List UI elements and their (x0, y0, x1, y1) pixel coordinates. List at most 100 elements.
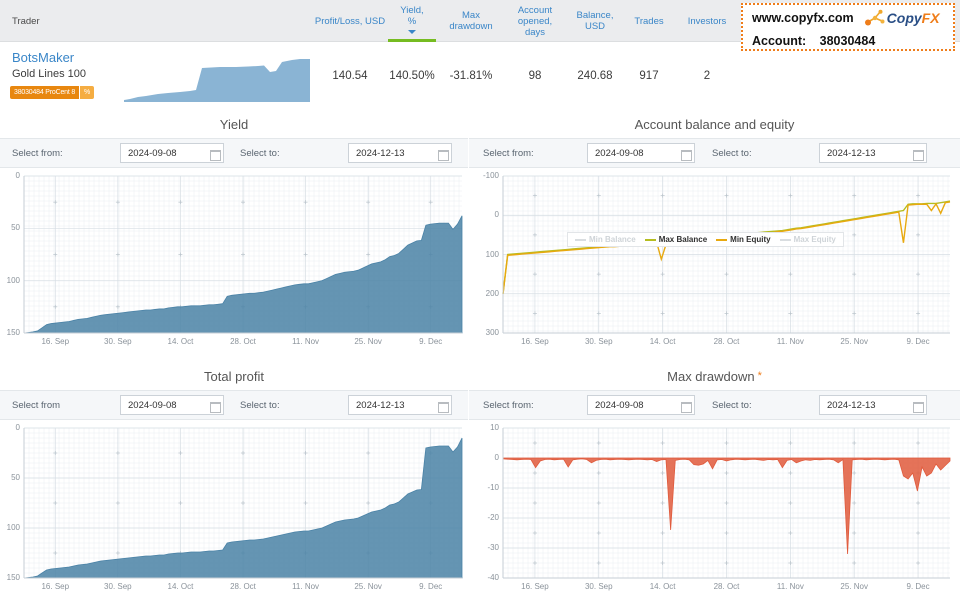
copyfx-url-row: www.copyfx.com CopyFX (752, 7, 953, 29)
legend-item-max-equity[interactable]: Max Equity (779, 235, 836, 244)
balance-y-tick-label: 0 (494, 210, 499, 220)
legend-item-label: Max Balance (658, 235, 708, 244)
table-row[interactable]: BotsMaker Gold Lines 100 38030484 ProCen… (0, 42, 960, 110)
copyfx-wordmark-fx: FX (921, 9, 940, 26)
column-header-trades-label: Trades (634, 15, 664, 27)
panel-max-drawdown-title: Max drawdown * (469, 362, 960, 390)
drawdown-x-tick-label: 9. Dec (906, 582, 930, 591)
drawdown-date-from-value: 2024-09-08 (595, 399, 644, 411)
column-header-account-opened[interactable]: Account opened, days (502, 0, 568, 42)
column-header-max-drawdown-label-1: Max (462, 10, 480, 21)
drawdown-select-from-label: Select from: (483, 399, 534, 411)
panel-total-profit-date-bar: Select from 2024-09-08 Select to: 2024-1… (0, 390, 468, 420)
balance-x-tick-label: 14. Oct (649, 337, 676, 346)
column-header-balance-label-2: USD (584, 21, 606, 32)
panel-balance-date-bar: Select from: 2024-09-08 Select to: 2024-… (469, 138, 960, 168)
profit-date-from-input[interactable]: 2024-09-08 (120, 395, 224, 415)
trader-strategy-label: Gold Lines 100 (12, 68, 86, 80)
drawdown-y-tick-label: -10 (487, 483, 499, 492)
column-header-max-drawdown[interactable]: Max drawdown (440, 0, 502, 42)
column-header-yield-label-2: % (407, 16, 417, 27)
legend-item-label: Max Equity (793, 235, 836, 244)
legend-swatch-icon (779, 238, 791, 241)
column-header-investors[interactable]: Investors (676, 0, 738, 42)
column-header-account-opened-label-2: days (524, 26, 546, 38)
yield-chart: 0 50 100 150 16. Sep 30. Sep 14. Oct 28. Oct 11.… (0, 168, 468, 355)
balance-select-to-label: Select to: (712, 147, 752, 159)
account-badge-label: 38030484 ProCent 8 (10, 86, 80, 99)
legend-item-min-balance[interactable]: Min Balance (575, 235, 636, 244)
profit-date-to-value: 2024-12-13 (356, 399, 405, 411)
yield-x-tick-label: 25. Nov (354, 337, 382, 346)
copyfx-watermark: www.copyfx.com CopyFX Account: 38030484 (741, 3, 955, 51)
yield-select-from-label: Select from: (12, 147, 63, 159)
calendar-icon[interactable] (681, 149, 692, 161)
profit-y-tick-label: 100 (6, 523, 20, 532)
profit-x-tick-label: 28. Oct (230, 582, 256, 591)
required-asterisk-icon: * (757, 370, 762, 382)
yield-y-tick-label: 150 (6, 328, 20, 337)
column-header-profit-loss[interactable]: Profit/Loss, USD (310, 0, 390, 42)
profit-y-tick-label: 0 (15, 423, 20, 432)
calendar-icon[interactable] (210, 149, 221, 161)
column-header-investors-label: Investors (687, 15, 727, 27)
yield-y-tick-label: 50 (11, 223, 20, 233)
calendar-icon[interactable] (210, 401, 221, 413)
cell-max-drawdown: -31.81% (449, 70, 493, 82)
panel-max-drawdown: Max drawdown * Select from: 2024-09-08 S… (469, 362, 960, 600)
column-header-balance-label-1: Balance, (576, 10, 614, 21)
profit-x-tick-label: 16. Sep (41, 582, 70, 591)
drawdown-date-to-input[interactable]: 2024-12-13 (819, 395, 927, 415)
balance-y-tick-label: -100 (482, 171, 499, 180)
yield-date-from-value: 2024-09-08 (128, 147, 177, 159)
yield-date-to-input[interactable]: 2024-12-13 (348, 143, 452, 163)
copyfx-wordmark: CopyFX (887, 10, 940, 26)
legend-swatch-icon (644, 238, 656, 241)
balance-date-from-input[interactable]: 2024-09-08 (587, 143, 695, 163)
legend-swatch-icon (575, 238, 586, 241)
drawdown-select-to-label: Select to: (712, 399, 752, 411)
drawdown-x-tick-label: 25. Nov (840, 582, 868, 591)
balance-x-tick-label: 9. Dec (906, 337, 930, 346)
column-header-balance[interactable]: Balance, USD (568, 0, 622, 42)
percent-badge-label: % (80, 86, 95, 99)
calendar-icon[interactable] (438, 149, 449, 161)
cell-trades: 917 (639, 70, 659, 82)
balance-chart-legend[interactable]: Min Balance Max Balance Min Equity Max Equi… (567, 232, 844, 247)
panel-yield-title: Yield (0, 110, 468, 138)
calendar-icon[interactable] (913, 149, 924, 161)
drawdown-x-tick-label: 30. Sep (584, 582, 613, 591)
column-header-trades[interactable]: Trades (622, 0, 676, 42)
column-header-max-drawdown-label-2: drawdown (449, 21, 493, 32)
column-header-trader-label: Trader (12, 15, 40, 27)
profit-x-tick-label: 30. Sep (104, 582, 132, 591)
calendar-icon[interactable] (681, 401, 692, 413)
drawdown-x-tick-label: 14. Oct (649, 582, 676, 591)
column-header-yield[interactable]: Yield, % (388, 0, 436, 42)
trader-name-link[interactable]: BotsMaker (12, 50, 74, 65)
drawdown-y-tick-label: 0 (494, 453, 499, 462)
column-header-trader[interactable]: Trader (0, 0, 120, 42)
panel-yield: Yield Select from: 2024-09-08 Select to:… (0, 110, 468, 355)
cell-yield: 140.50% (389, 70, 435, 82)
cell-account-opened: 98 (528, 70, 542, 82)
panel-total-profit: Total profit Select from 2024-09-08 Sele… (0, 362, 468, 600)
drawdown-date-from-input[interactable]: 2024-09-08 (587, 395, 695, 415)
total-profit-chart: 0 50 100 150 16. Sep 30. Sep 14. Oct 28. Oct 11.… (0, 420, 468, 600)
profit-x-tick-label: 11. Nov (292, 582, 320, 591)
yield-plot-svg (23, 175, 463, 334)
yield-x-tick-label: 30. Sep (104, 337, 132, 346)
profit-date-to-input[interactable]: 2024-12-13 (348, 395, 452, 415)
drawdown-plot-svg (502, 427, 951, 579)
column-header-yield-label-1: Yield, (400, 5, 424, 16)
yield-date-from-input[interactable]: 2024-09-08 (120, 143, 224, 163)
balance-date-to-input[interactable]: 2024-12-13 (819, 143, 927, 163)
drawdown-y-tick-label: 10 (490, 423, 499, 432)
account-badge[interactable]: 38030484 ProCent 8 % (10, 86, 95, 99)
balance-y-tick-label: 100 (485, 249, 499, 259)
legend-item-min-equity[interactable]: Min Equity (716, 235, 771, 244)
calendar-icon[interactable] (913, 401, 924, 413)
legend-item-max-balance[interactable]: Max Balance (644, 235, 708, 244)
calendar-icon[interactable] (438, 401, 449, 413)
balance-plot-svg (502, 175, 951, 334)
